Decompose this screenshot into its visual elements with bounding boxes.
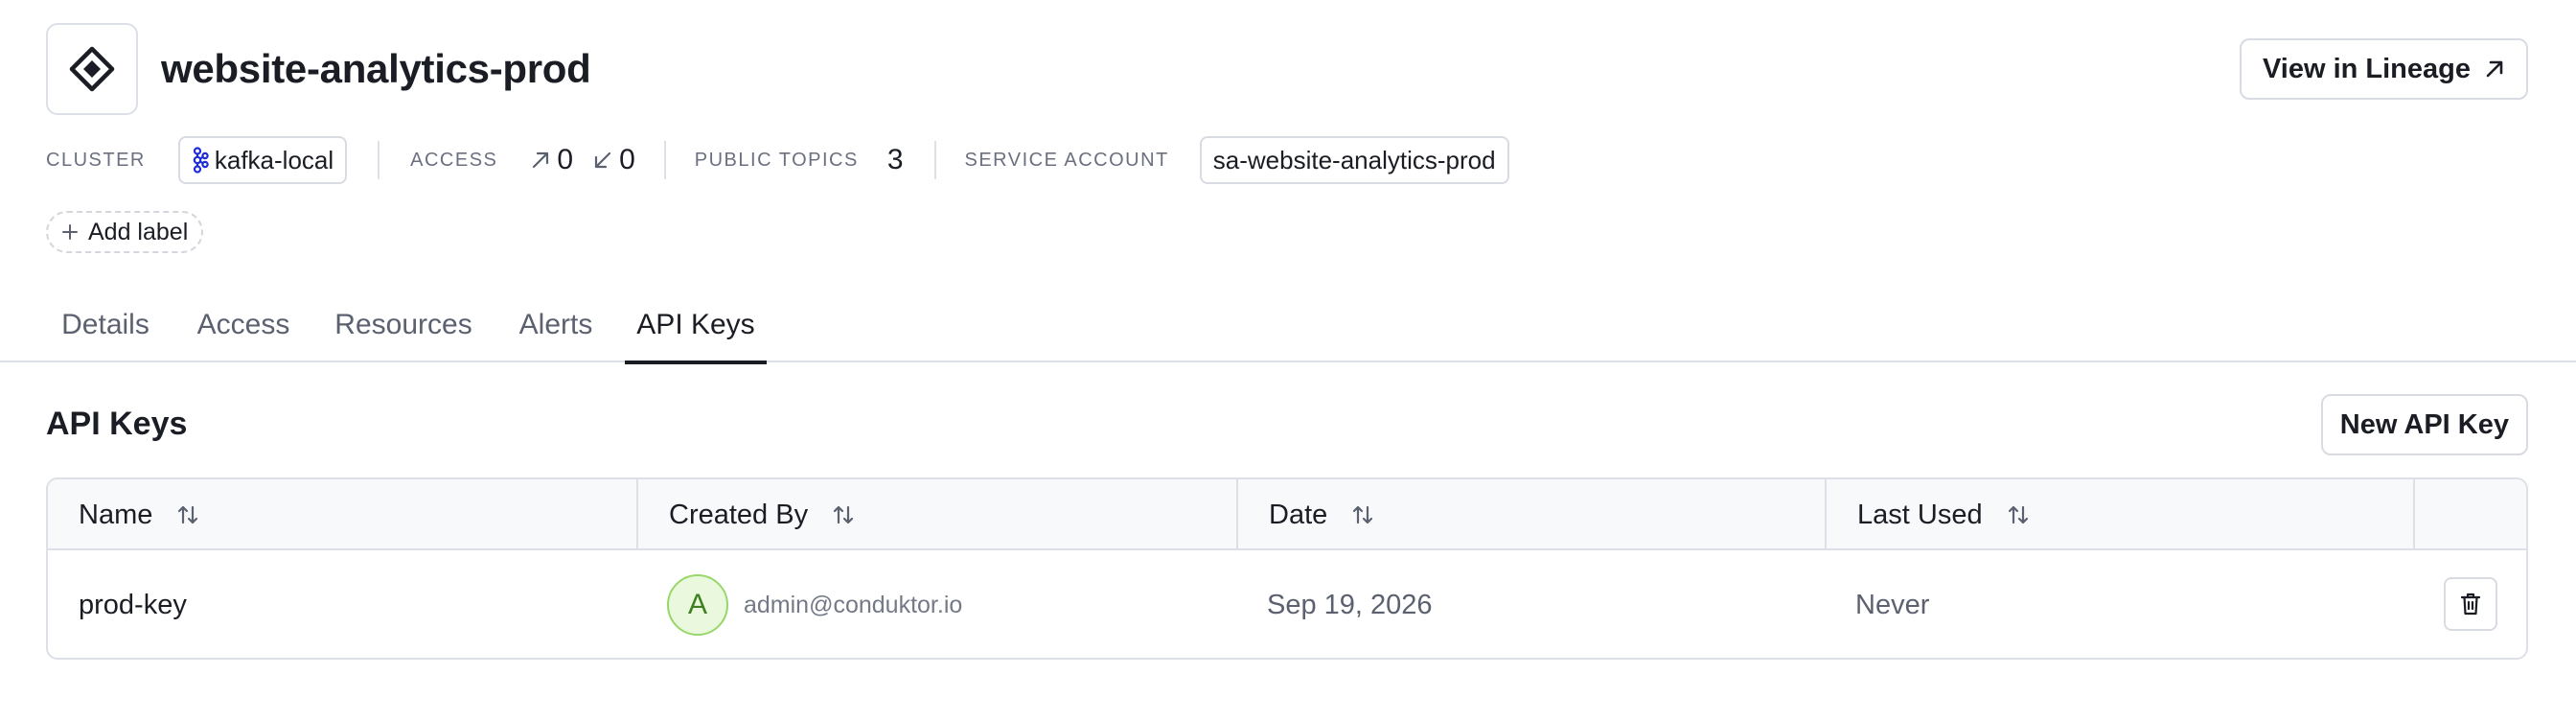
public-topics-label: PUBLIC TOPICS: [694, 149, 859, 171]
access-outgoing-count: 0: [557, 144, 574, 175]
public-topics-count: 3: [886, 144, 904, 175]
api-key-name: prod-key: [79, 589, 187, 620]
service-account-chip[interactable]: sa-website-analytics-prod: [1199, 136, 1509, 184]
divider: [933, 141, 936, 179]
column-header-last-used[interactable]: Last Used: [1825, 479, 2413, 550]
page-title: website-analytics-prod: [161, 46, 591, 91]
arrow-up-right-icon: [533, 151, 549, 169]
cluster-chip[interactable]: kafka-local: [177, 136, 348, 184]
column-header-actions: [2413, 479, 2526, 550]
tab-access[interactable]: Access: [188, 288, 299, 362]
access-outgoing: 0: [530, 144, 573, 176]
table-row[interactable]: prod-key A admin@conduktor.io Sep 19, 20…: [48, 550, 2526, 658]
divider: [378, 141, 380, 179]
column-header-date[interactable]: Date: [1236, 479, 1825, 550]
tab-bar: Details Access Resources Alerts API Keys: [0, 288, 2576, 364]
sort-icon: [1353, 505, 1373, 524]
tab-alerts[interactable]: Alerts: [508, 288, 604, 362]
access-label: ACCESS: [410, 149, 498, 171]
last-used: Never: [1855, 589, 1930, 620]
created-by-email: admin@conduktor.io: [744, 591, 963, 618]
table-header: Name Created By Date Last Used: [48, 479, 2526, 550]
created-date: Sep 19, 2026: [1267, 589, 1433, 620]
cluster-value: kafka-local: [214, 145, 334, 174]
app-logo: [46, 23, 138, 115]
sort-icon: [178, 505, 198, 524]
plus-icon: [62, 224, 78, 240]
sort-icon: [2008, 505, 2028, 524]
column-header-name[interactable]: Name: [48, 479, 636, 550]
avatar: A: [667, 574, 728, 636]
column-header-label: Created By: [669, 499, 809, 530]
add-label-button[interactable]: Add label: [46, 211, 204, 253]
divider: [663, 141, 666, 179]
api-keys-table: Name Created By Date Last Used prod-key: [46, 477, 2528, 660]
view-in-lineage-button[interactable]: View in Lineage: [2239, 38, 2528, 100]
column-header-label: Date: [1269, 499, 1328, 530]
sort-icon: [833, 505, 854, 524]
diamond-logo-icon: [69, 46, 115, 92]
delete-api-key-button[interactable]: [2444, 577, 2497, 631]
created-by-cell: A admin@conduktor.io: [636, 550, 1236, 658]
column-header-label: Last Used: [1857, 499, 1983, 530]
tab-resources[interactable]: Resources: [322, 288, 485, 362]
column-header-label: Name: [79, 499, 153, 530]
meta-row: CLUSTER kafka-local ACCESS 0 0 PUBLIC TO…: [46, 136, 1509, 184]
tab-api-keys[interactable]: API Keys: [625, 288, 767, 364]
kafka-icon: [193, 147, 209, 174]
service-account-value: sa-website-analytics-prod: [1212, 145, 1496, 174]
view-in-lineage-label: View in Lineage: [2262, 53, 2471, 84]
service-account-label: SERVICE ACCOUNT: [964, 149, 1169, 171]
cluster-label: CLUSTER: [46, 149, 146, 171]
access-incoming-count: 0: [619, 144, 635, 175]
access-incoming: 0: [592, 144, 635, 176]
trash-icon: [2460, 593, 2481, 616]
arrow-down-left-icon: [594, 151, 611, 169]
add-label-text: Add label: [88, 218, 189, 245]
tab-details[interactable]: Details: [46, 288, 165, 362]
column-header-created-by[interactable]: Created By: [636, 479, 1236, 550]
section-title: API Keys: [46, 406, 188, 442]
new-api-key-button[interactable]: New API Key: [2320, 394, 2528, 455]
arrow-up-right-icon: [2486, 60, 2503, 78]
